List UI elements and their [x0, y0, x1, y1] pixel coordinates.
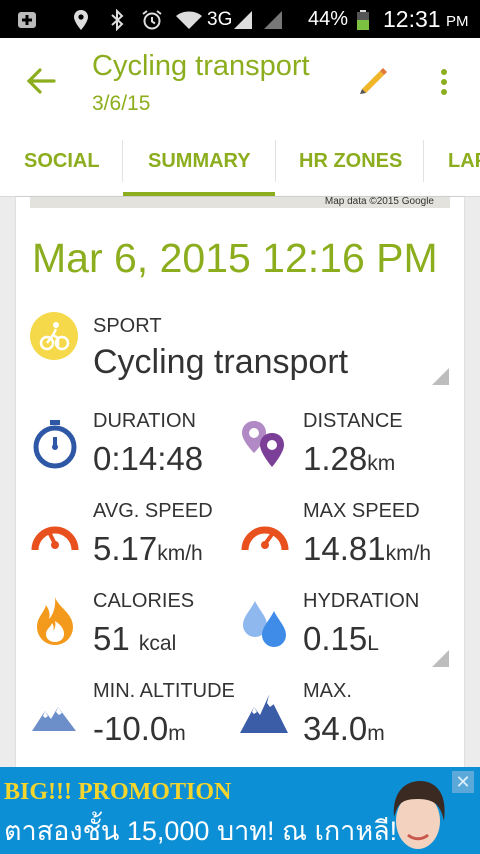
max-altitude-mountain-icon — [240, 695, 288, 733]
min-altitude-number: -10.0 — [93, 710, 169, 747]
tab-divider — [275, 140, 276, 182]
ad-headline: BIG!!! PROMOTION — [4, 779, 232, 805]
distance-unit: km — [367, 452, 396, 475]
max-altitude-number: 34.0 — [303, 710, 368, 747]
signal-icon-2 — [264, 11, 282, 29]
hydration-label: HYDRATION — [303, 590, 420, 612]
app-bar: Cycling transport 3/6/15 — [0, 38, 480, 126]
calories-number: 51 — [93, 620, 130, 657]
network-type: 3G — [207, 9, 233, 30]
sport-cycling-icon — [30, 312, 78, 360]
status-bar: 3G 44% 12:31 PM — [0, 0, 480, 38]
max-speed-unit: km/h — [385, 542, 432, 565]
ad-model-photo — [393, 781, 445, 849]
sport-label: SPORT — [93, 315, 162, 337]
min-altitude-mountain-icon — [32, 707, 76, 731]
overflow-menu-icon[interactable] — [432, 66, 456, 98]
bluetooth-icon — [111, 9, 124, 31]
avg-speedometer-icon — [31, 526, 79, 551]
avg-speed-unit: km/h — [157, 542, 203, 565]
signal-icon — [234, 11, 252, 29]
flame-icon — [37, 597, 73, 645]
tab-divider — [122, 140, 123, 182]
stopwatch-icon — [33, 420, 77, 469]
max-speedometer-icon — [241, 526, 289, 551]
pencil-edit-icon[interactable] — [354, 63, 390, 99]
wifi-icon — [176, 11, 202, 29]
battery-percent: 44% — [308, 8, 349, 30]
calories-label: CALORIES — [93, 590, 195, 612]
avg-speed-number: 5.17 — [93, 530, 158, 567]
workout-date: Mar 6, 2015 12:16 PM — [32, 235, 438, 281]
distance-value: 1.28km — [303, 440, 395, 478]
tab-bar: SOCIAL SUMMARY HR ZONES LAPS — [0, 126, 480, 197]
battery-icon — [357, 10, 369, 30]
clock-ampm: PM — [446, 13, 469, 30]
hydration-number: 0.15 — [303, 620, 368, 657]
sport-value[interactable]: Cycling transport — [93, 343, 348, 382]
min-altitude-unit: m — [168, 722, 186, 745]
page-title: Cycling transport — [92, 50, 310, 82]
sport-dropdown-icon[interactable] — [432, 368, 449, 385]
distance-pins-icon — [242, 421, 284, 467]
distance-label: DISTANCE — [303, 410, 403, 432]
max-speed-label: MAX SPEED — [303, 500, 420, 522]
tab-divider — [423, 140, 424, 182]
hydration-value: 0.15L — [303, 620, 379, 658]
map-credit: Map data ©2015 Google — [324, 197, 434, 207]
calories-unit: kcal — [138, 632, 177, 655]
min-altitude-label: MIN. ALTITUDE — [93, 680, 235, 702]
summary-card: Map data ©2015 Google Mar 6, 2015 12:16 … — [16, 197, 464, 767]
avg-speed-label: AVG. SPEED — [93, 500, 213, 522]
tab-laps[interactable]: LAPS — [448, 126, 480, 196]
back-arrow-icon[interactable] — [24, 64, 58, 98]
min-altitude-value: -10.0m — [93, 710, 186, 748]
ad-subline: ตาสองชั้น 15,000 บาท! ณ เกาหลี! — [4, 816, 398, 846]
hydration-dropdown-icon[interactable] — [432, 650, 449, 667]
tab-hr-zones[interactable]: HR ZONES — [299, 126, 402, 196]
duration-label: DURATION — [93, 410, 196, 432]
tab-selected-indicator — [123, 192, 275, 196]
tab-summary[interactable]: SUMMARY — [148, 126, 251, 196]
max-altitude-label: MAX. — [303, 680, 352, 702]
clock: 12:31 — [383, 6, 441, 32]
tab-social[interactable]: SOCIAL — [24, 126, 100, 196]
max-altitude-value: 34.0m — [303, 710, 385, 748]
ad-banner[interactable]: BIG!!! PROMOTION ตาสองชั้น 15,000 บาท! ณ… — [0, 767, 480, 854]
notification-icon — [18, 12, 36, 28]
avg-speed-value: 5.17km/h — [93, 530, 203, 568]
location-icon — [74, 10, 88, 30]
max-altitude-unit: m — [367, 722, 385, 745]
duration-value: 0:14:48 — [93, 440, 203, 478]
distance-number: 1.28 — [303, 440, 368, 477]
duration-number: 0:14:48 — [93, 440, 204, 477]
alarm-icon — [142, 10, 162, 30]
max-speed-value: 14.81km/h — [303, 530, 431, 568]
water-drops-icon — [243, 601, 286, 647]
page-subtitle: 3/6/15 — [92, 92, 151, 115]
calories-value: 51 kcal — [93, 620, 176, 658]
ad-close-icon[interactable]: ✕ — [452, 771, 474, 793]
hydration-unit: L — [367, 632, 379, 655]
max-speed-number: 14.81 — [303, 530, 386, 567]
map-preview[interactable]: Map data ©2015 Google — [30, 197, 450, 208]
